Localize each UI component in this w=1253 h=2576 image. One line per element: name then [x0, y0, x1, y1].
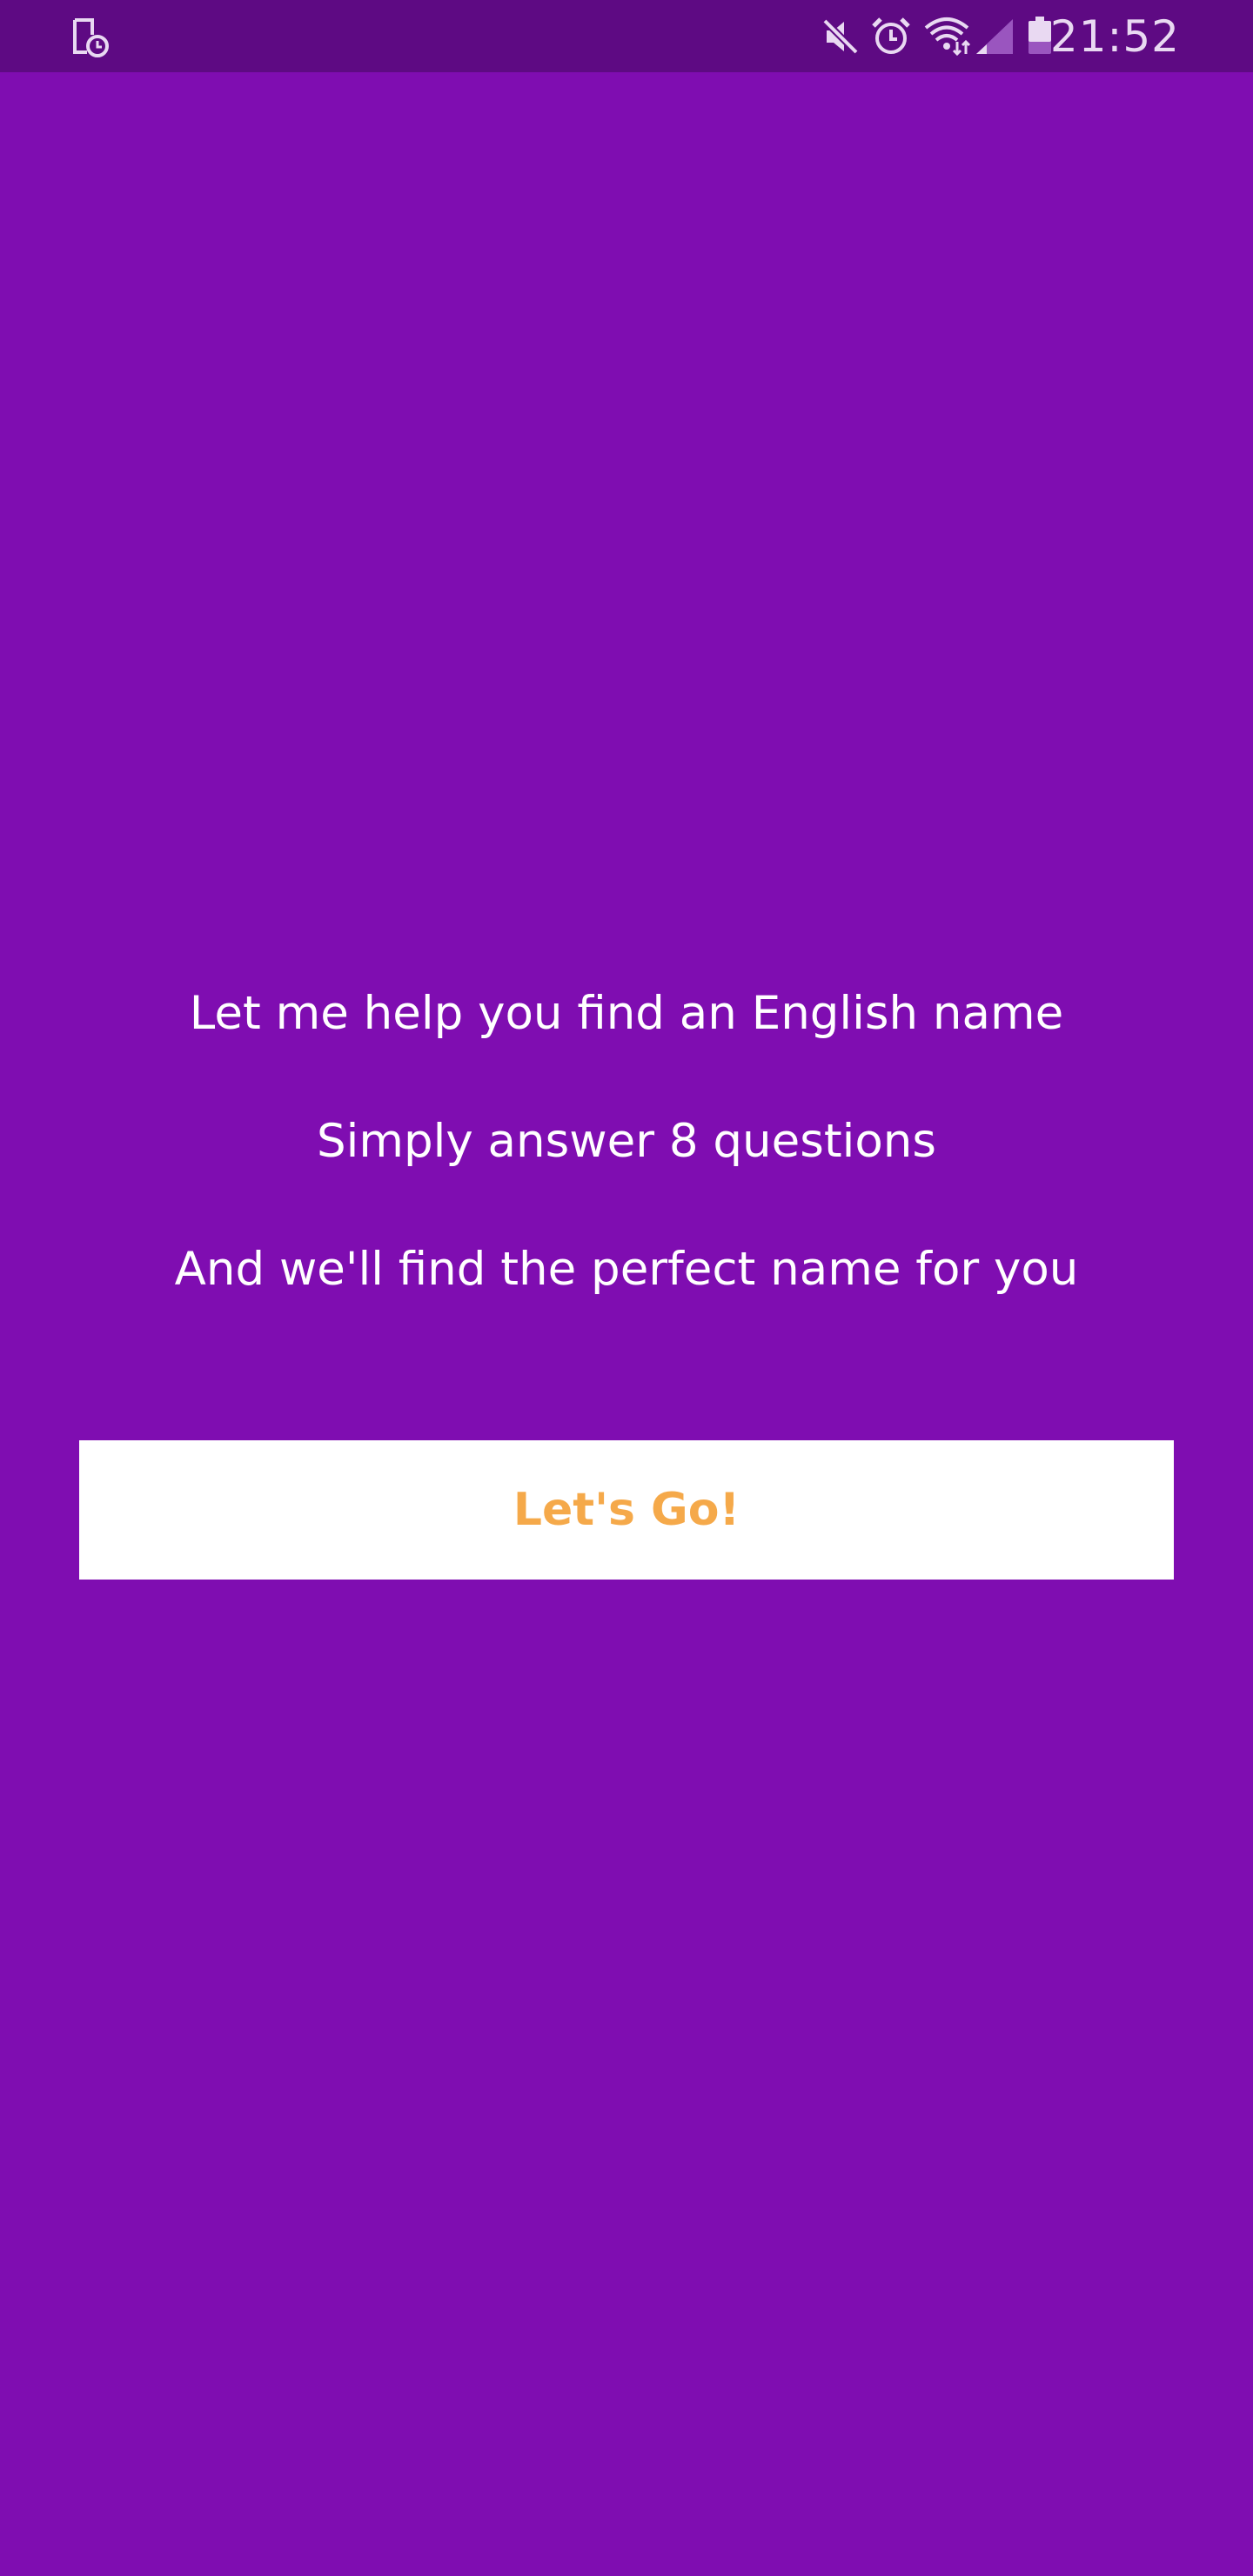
intro-line-3: And we'll find the perfect name for you: [174, 1243, 1079, 1296]
lets-go-button[interactable]: Let's Go!: [79, 1440, 1174, 1580]
wifi-icon: [924, 17, 971, 56]
status-bar: 21:52: [0, 0, 1253, 72]
app-screen: 21:52 Let me help you find an English na…: [0, 0, 1253, 2576]
mute-icon: [822, 18, 859, 55]
signal-icon: [976, 19, 1013, 54]
alarm-icon: [872, 17, 910, 54]
screen-timer-icon: [73, 18, 109, 57]
intro-text: Let me help you find an English name Sim…: [0, 983, 1253, 1300]
battery-icon: [1029, 17, 1051, 54]
intro-line-1: Let me help you find an English name: [189, 987, 1064, 1040]
intro-line-2: Simply answer 8 questions: [316, 1115, 936, 1168]
status-time: 21:52: [1049, 11, 1180, 62]
